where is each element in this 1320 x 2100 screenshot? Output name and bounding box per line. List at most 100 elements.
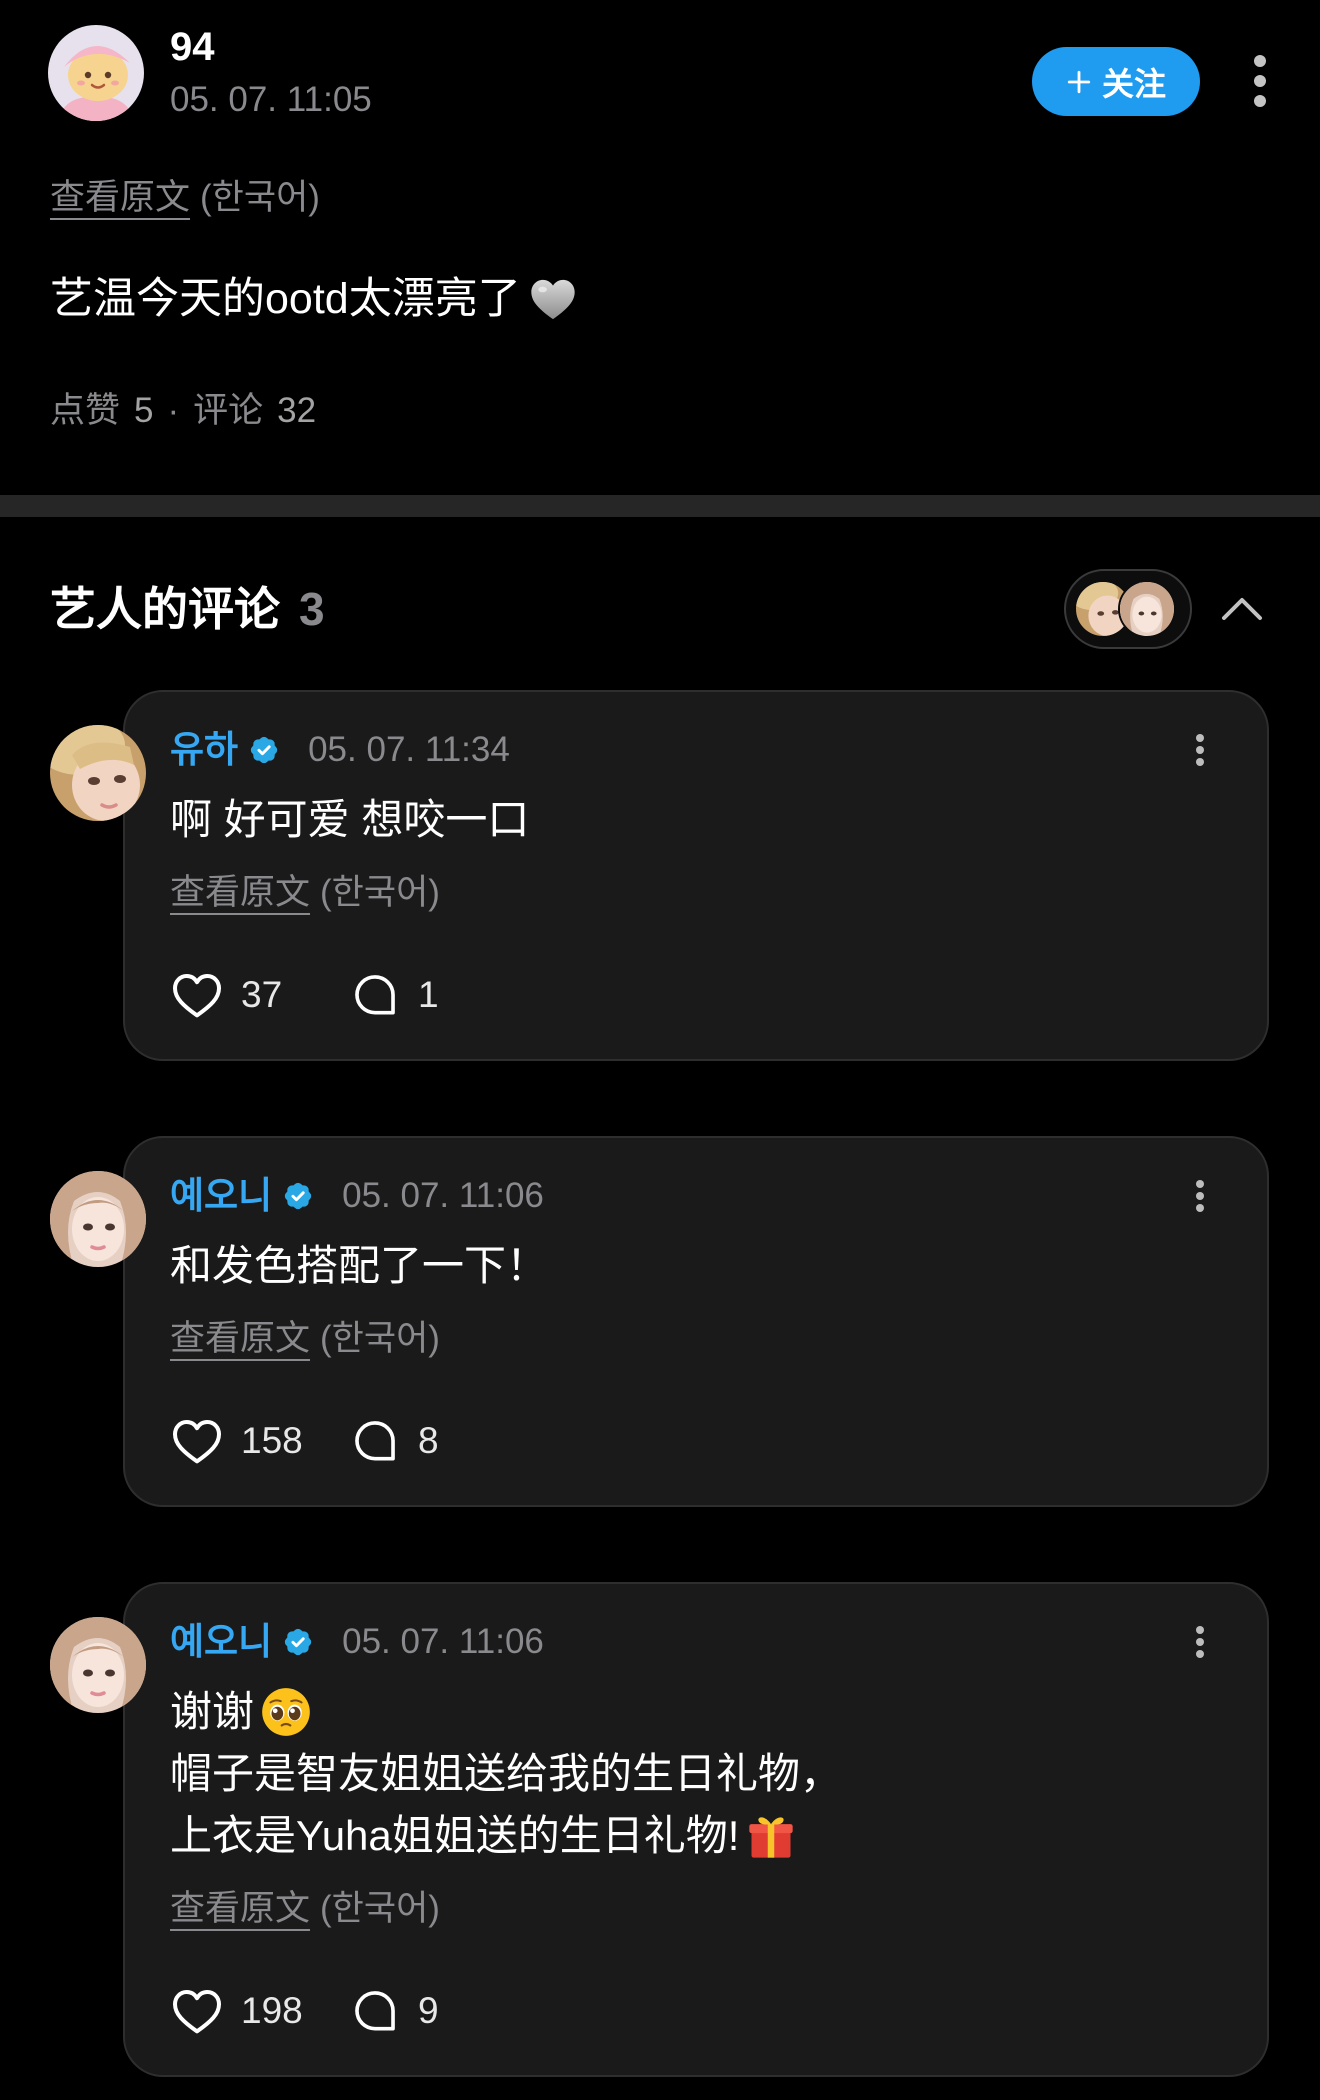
like-count: 37 [241, 974, 283, 1015]
comment-card: 유하 05. 07. 11:34 啊 好可爱 想咬一口 查看原文 (한국어) 3… [50, 690, 1269, 1061]
comment-author-name[interactable]: 예오니 [170, 1173, 272, 1219]
section-title-label: 艺人的评论 [50, 583, 280, 635]
more-dot [1196, 1180, 1204, 1188]
like-button[interactable]: 198 [171, 1987, 351, 2035]
artist-avatar-group[interactable] [1064, 569, 1192, 649]
more-dot [1196, 1192, 1204, 1200]
more-dot [1196, 734, 1204, 742]
verified-badge-icon [282, 1180, 314, 1212]
follow-button[interactable]: 关注 [1032, 47, 1200, 116]
original-language-label: (한국어) [320, 873, 440, 912]
verified-badge-icon [248, 734, 280, 766]
more-dot [1196, 746, 1204, 754]
like-count: 198 [241, 1990, 303, 2031]
follow-button-label: 关注 [1101, 65, 1166, 102]
avatar[interactable] [50, 1171, 146, 1267]
author-avatar[interactable] [48, 25, 144, 121]
comment-line-text: 谢谢 [170, 1688, 255, 1735]
comment-actions: 198 9 [170, 1985, 1222, 2037]
comment-actions: 158 8 [170, 1415, 1222, 1467]
more-vertical-icon[interactable] [1196, 1180, 1204, 1212]
view-original-link[interactable]: 查看原文 [170, 1319, 310, 1358]
comment-card: 예오니 05. 07. 11:06 谢谢 帽子是智友姐姐送给我的生日礼物， 上衣… [50, 1582, 1269, 2077]
heart-outline-icon [171, 1987, 223, 2035]
heart-outline-icon [171, 1417, 223, 1465]
likes-count: 5 [134, 391, 154, 430]
cartoon-avatar-image [48, 25, 144, 121]
view-original-row: 查看原文 (한국어) [170, 1887, 1222, 1931]
comment-timestamp: 05. 07. 11:06 [342, 1622, 544, 1661]
view-original-row: 查看原文 (한국어) [170, 871, 1222, 915]
more-dot [1196, 1204, 1204, 1212]
comment-author-name[interactable]: 유하 [170, 727, 238, 773]
avatar[interactable] [50, 1617, 146, 1713]
view-original-row: 查看原文 (한국어) [170, 1317, 1222, 1361]
comment-text: 啊 好可爱 想咬一口 [170, 789, 1222, 851]
more-vertical-icon[interactable] [1254, 55, 1266, 107]
more-dot [1254, 95, 1266, 107]
avatar[interactable] [50, 725, 146, 821]
comment-card: 예오니 05. 07. 11:06 和发色搭配了一下！ 查看原文 (한국어) 1… [50, 1136, 1269, 1507]
more-dot [1196, 1626, 1204, 1634]
author-name[interactable]: 94 [170, 23, 215, 71]
like-count: 158 [241, 1420, 303, 1461]
likes-label: 点赞 [50, 391, 121, 430]
reply-count: 1 [418, 974, 439, 1015]
comment-line: 啊 好可爱 想咬一口 [170, 796, 530, 843]
reply-button[interactable]: 1 [351, 972, 439, 1018]
original-language-label: (한국어) [320, 1889, 440, 1928]
chevron-up-icon[interactable] [1219, 594, 1265, 622]
like-button[interactable]: 37 [171, 971, 351, 1019]
plus-icon [1066, 69, 1092, 95]
reply-button[interactable]: 8 [351, 1418, 439, 1464]
stats-separator: · [167, 391, 180, 430]
comment-text: 和发色搭配了一下！ [170, 1235, 1222, 1297]
comment-line: 谢谢 [170, 1681, 1222, 1743]
grey-heart-emoji-icon [527, 273, 579, 325]
heart-outline-icon [171, 971, 223, 1019]
more-dot [1196, 1638, 1204, 1646]
post-detail-page: 94 05. 07. 11:05 关注 查看原文 (한국어) 艺温今天的ootd太… [0, 0, 1320, 2100]
reply-count: 9 [418, 1990, 439, 2031]
more-dot [1254, 55, 1266, 67]
more-dot [1196, 758, 1204, 766]
verified-badge-icon [282, 1626, 314, 1658]
artist-comments-title: 艺人的评论 3 [50, 581, 325, 637]
comment-bubble-icon [351, 1988, 399, 2034]
original-language-label: (한국어) [200, 178, 320, 217]
comment-line: 帽子是智友姐姐送给我的生日礼物， [170, 1750, 843, 1797]
more-vertical-icon[interactable] [1196, 734, 1204, 766]
post-timestamp: 05. 07. 11:05 [170, 80, 372, 119]
view-original-link[interactable]: 查看原文 [50, 178, 190, 217]
comment-author-name[interactable]: 예오니 [170, 1619, 272, 1665]
comment-bubble-icon [351, 972, 399, 1018]
comment-header: 유하 05. 07. 11:34 [170, 727, 1222, 773]
view-original-row: 查看原文 (한국어) [50, 177, 320, 219]
more-dot [1196, 1650, 1204, 1658]
comments-count[interactable]: 32 [277, 391, 316, 430]
view-original-link[interactable]: 查看原文 [170, 1889, 310, 1928]
comment-line: 上衣是Yuha姐姐送的生日礼物! [170, 1805, 1222, 1867]
like-button[interactable]: 158 [171, 1417, 351, 1465]
comment-timestamp: 05. 07. 11:06 [342, 1176, 544, 1215]
avatar [1118, 580, 1176, 638]
section-count: 3 [299, 583, 325, 635]
comment-header: 예오니 05. 07. 11:06 [170, 1173, 1222, 1219]
comment-line-text: 上衣是Yuha姐姐送的生日礼物! [170, 1812, 740, 1859]
comments-label[interactable]: 评论 [193, 391, 263, 430]
comment-bubble-icon [351, 1418, 399, 1464]
post-body: 艺温今天的ootd太漂亮了 [50, 270, 579, 328]
comment-timestamp: 05. 07. 11:34 [308, 730, 510, 769]
wrapped-gift-emoji-icon [745, 1810, 797, 1862]
post-text: 艺温今天的ootd太漂亮了 [50, 275, 521, 323]
original-language-label: (한국어) [320, 1319, 440, 1358]
comment-line: 和发色搭配了一下！ [170, 1242, 549, 1289]
more-vertical-icon[interactable] [1196, 1626, 1204, 1658]
reply-button[interactable]: 9 [351, 1988, 439, 2034]
pleading-face-emoji-icon [260, 1686, 312, 1738]
more-dot [1254, 75, 1266, 87]
view-original-link[interactable]: 查看原文 [170, 873, 310, 912]
comment-text: 谢谢 帽子是智友姐姐送给我的生日礼物， 上衣是Yuha姐姐送的生日礼物! [170, 1681, 1222, 1867]
section-divider [0, 495, 1320, 517]
comment-actions: 37 1 [170, 969, 1222, 1021]
